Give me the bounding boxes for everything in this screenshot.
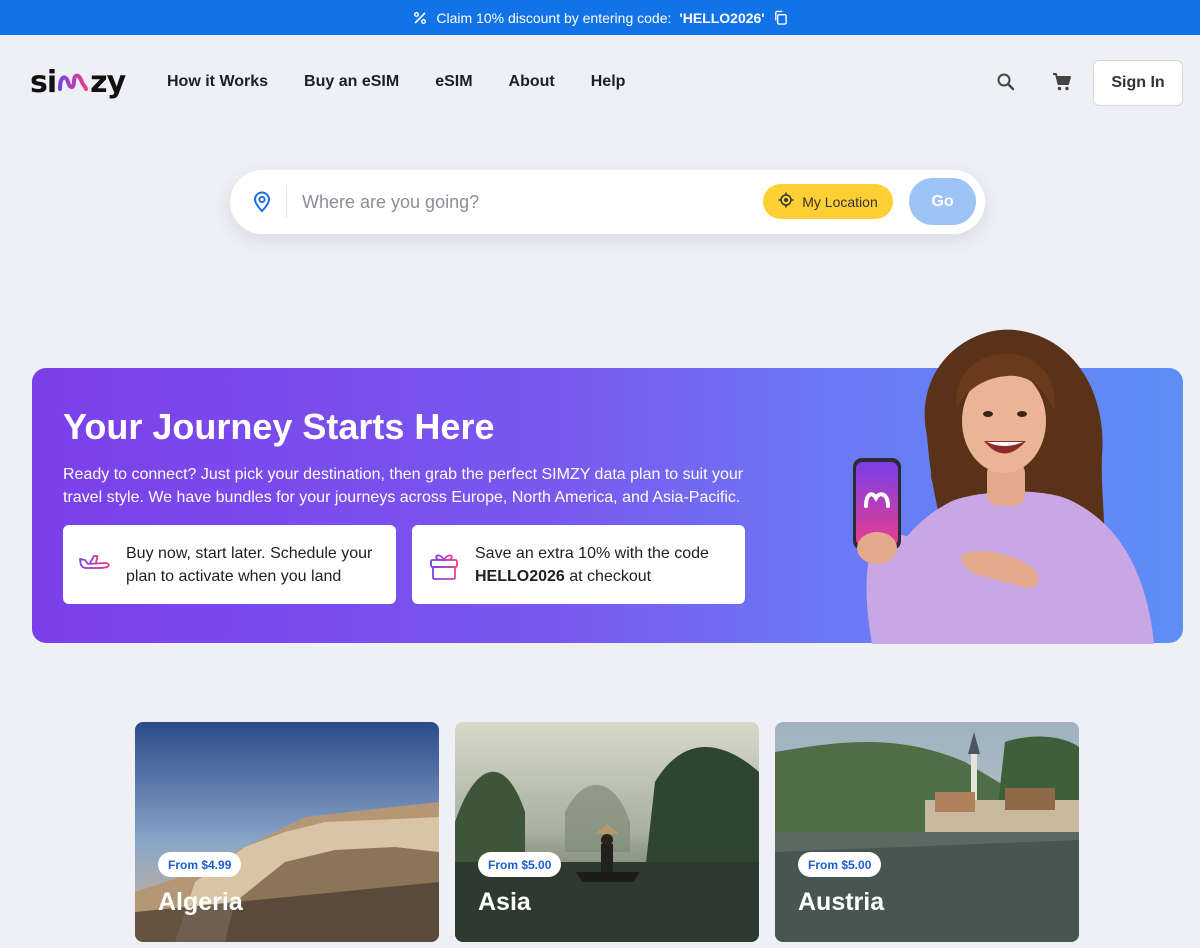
destination-search: My Location Go [230, 170, 985, 234]
hero-woman-image [832, 326, 1172, 646]
destination-card-austria[interactable]: From $5.00 Austria [775, 722, 1079, 942]
nav-how-it-works[interactable]: How it Works [167, 73, 268, 91]
copy-icon[interactable] [773, 10, 788, 25]
logo-text: si [30, 65, 57, 100]
cart-icon[interactable] [1050, 70, 1074, 94]
promo-code: 'HELLO2026' [679, 9, 765, 26]
nav-about[interactable]: About [509, 73, 555, 91]
percent-icon [412, 10, 428, 26]
feature-discount-text: Save an extra 10% with the code HELLO2026… [475, 542, 735, 588]
location-pin-icon [250, 190, 274, 219]
destination-input[interactable] [302, 188, 742, 216]
nav-help[interactable]: Help [591, 73, 626, 91]
destination-card-algeria[interactable]: From $4.99 Algeria [135, 722, 439, 942]
gift-icon [426, 547, 462, 588]
crosshair-icon [778, 192, 794, 211]
feature-discount-code: HELLO2026 [475, 568, 565, 585]
promo-text: Claim 10% discount by entering code: [436, 9, 672, 26]
search-icon[interactable] [994, 70, 1018, 94]
logo-text-end: zy [90, 65, 126, 100]
search-divider [286, 186, 287, 218]
my-location-button[interactable]: My Location [763, 184, 893, 219]
nav-buy-esim[interactable]: Buy an eSIM [304, 73, 399, 91]
simzy-logo[interactable]: si zy [30, 65, 126, 100]
hero-description: Ready to connect? Just pick your destina… [63, 466, 744, 506]
destination-name: Austria [798, 888, 885, 916]
destination-name: Algeria [158, 888, 243, 916]
promo-bar: Claim 10% discount by entering code: 'HE… [0, 0, 1200, 35]
plane-landing-icon [77, 547, 113, 586]
feature-schedule-text: Buy now, start later. Schedule your plan… [126, 545, 373, 585]
hero-title: Your Journey Starts Here [63, 406, 495, 447]
price-badge: From $5.00 [798, 852, 882, 877]
logo-mark-icon [57, 65, 89, 100]
destination-card-asia[interactable]: From $5.00 Asia [455, 722, 759, 942]
destination-name: Asia [478, 888, 531, 916]
my-location-label: My Location [802, 193, 878, 210]
price-badge: From $5.00 [478, 852, 562, 877]
price-badge: From $4.99 [158, 852, 242, 877]
site-header: si zy How it Works Buy an eSIM eSIM About… [0, 35, 1200, 130]
nav-esim[interactable]: eSIM [435, 73, 472, 91]
sign-in-button[interactable]: Sign In [1093, 60, 1183, 106]
feature-card-schedule: Buy now, start later. Schedule your plan… [63, 525, 396, 604]
feature-discount-suffix: at checkout [569, 568, 652, 585]
go-button[interactable]: Go [909, 178, 976, 225]
feature-discount-prefix: Save an extra 10% with the code [475, 545, 709, 562]
feature-card-discount: Save an extra 10% with the code HELLO2026… [412, 525, 745, 604]
main-nav: How it Works Buy an eSIM eSIM About Help [167, 73, 661, 91]
